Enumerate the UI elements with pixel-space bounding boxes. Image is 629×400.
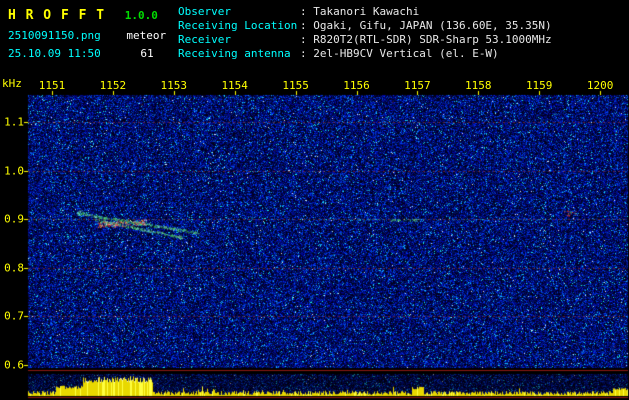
info-value: R820T2(RTL-SDR) SDR-Sharp 53.1000MHz xyxy=(300,33,552,47)
info-label: Receiver xyxy=(178,33,300,47)
info-row: Receiving antenna 2el-HB9CV Vertical (el… xyxy=(178,47,552,61)
info-label: Receiving Location xyxy=(178,19,300,33)
output-filename: 2510091150.png xyxy=(8,29,101,42)
y-axis-label: 0.9 xyxy=(0,213,24,226)
y-axis-label: 1.0 xyxy=(0,164,24,177)
x-axis-label: 1152 xyxy=(100,79,127,92)
observer-info: Observer Takanori Kawachi Receiving Loca… xyxy=(178,5,552,61)
info-label: Receiving antenna xyxy=(178,47,300,61)
mode-label: meteor xyxy=(126,29,166,42)
info-row: Observer Takanori Kawachi xyxy=(178,5,552,19)
x-axis-label: 1157 xyxy=(404,79,431,92)
timestamp: 25.10.09 11:50 xyxy=(8,47,101,60)
x-axis-label: 1158 xyxy=(465,79,492,92)
y-axis-label: 0.7 xyxy=(0,310,24,323)
x-axis-label: 1153 xyxy=(161,79,188,92)
y-axis-label: 1.1 xyxy=(0,116,24,129)
info-row: Receiver R820T2(RTL-SDR) SDR-Sharp 53.10… xyxy=(178,33,552,47)
info-row: Receiving Location Ogaki, Gifu, JAPAN (1… xyxy=(178,19,552,33)
y-axis-unit-label: kHz xyxy=(2,77,22,90)
x-axis-label: 1200 xyxy=(587,79,614,92)
x-axis-label: 1154 xyxy=(221,79,248,92)
title-line: H R O F F T 1.0.0 xyxy=(8,4,158,23)
x-axis-label: 1159 xyxy=(526,79,553,92)
app-title: H R O F F T xyxy=(8,8,105,23)
info-value: Ogaki, Gifu, JAPAN (136.60E, 35.35N) xyxy=(300,19,552,33)
info-value: Takanori Kawachi xyxy=(300,5,419,19)
x-axis-label: 1156 xyxy=(343,79,370,92)
info-value: 2el-HB9CV Vertical (el. E-W) xyxy=(300,47,499,61)
echo-count: 61 xyxy=(140,47,153,60)
time-line: 25.10.09 11:50 61 xyxy=(8,42,154,61)
y-axis-label: 0.6 xyxy=(0,358,24,371)
file-line: 2510091150.png meteor xyxy=(8,24,166,43)
x-axis-label: 1151 xyxy=(39,79,66,92)
y-axis-label: 0.8 xyxy=(0,261,24,274)
info-label: Observer xyxy=(178,5,300,19)
hrofft-output: H R O F F T 1.0.0 2510091150.png meteor … xyxy=(0,0,629,400)
x-axis-label: 1155 xyxy=(282,79,309,92)
app-version: 1.0.0 xyxy=(125,9,158,22)
